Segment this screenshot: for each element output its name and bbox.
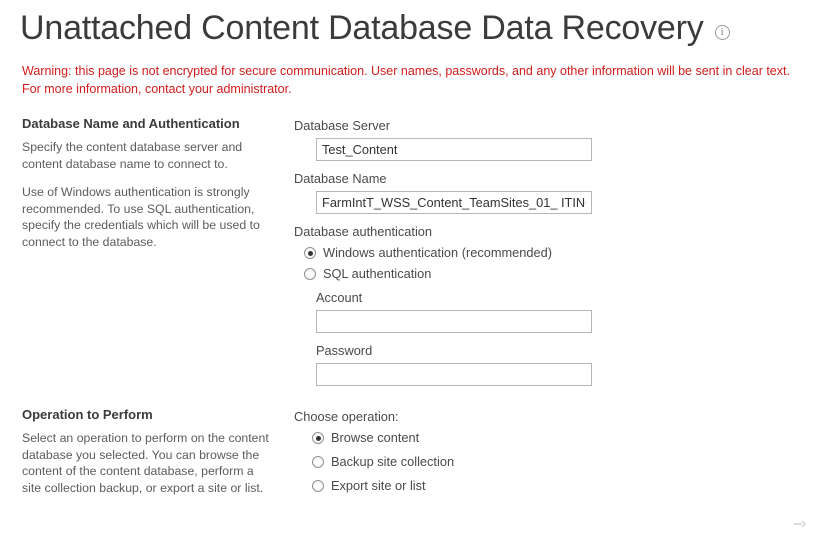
section-description-column: Operation to Perform Select an operation… [22, 407, 294, 501]
resize-corner-icon [794, 520, 806, 528]
info-circle-icon[interactable] [714, 24, 730, 40]
label-password: Password [316, 343, 373, 358]
description-paragraph: Use of Windows authentication is strongl… [22, 185, 260, 249]
radio-label-browse-content: Browse content [331, 430, 420, 445]
radio-button-icon[interactable] [304, 247, 316, 259]
security-warning-message: Warning: this page is not encrypted for … [22, 64, 790, 96]
database-name-input[interactable] [316, 191, 592, 214]
section-description-database-auth: Specify the content database server and … [22, 139, 276, 250]
page-title: Unattached Content Database Data Recover… [20, 6, 813, 50]
section-description-operation: Select an operation to perform on the co… [22, 430, 276, 496]
section-description-column: Database Name and Authentication Specify… [22, 116, 294, 395]
radio-button-icon[interactable] [312, 480, 324, 492]
section-database-name-and-authentication: Database Name and Authentication Specify… [22, 116, 813, 395]
sql-credentials-block: Account Password [294, 289, 813, 386]
label-account: Account [316, 290, 363, 305]
radio-label-backup-site-collection: Backup site collection [331, 454, 455, 469]
description-paragraph: Specify the content database server and … [22, 140, 243, 171]
section-form-column: Choose operation: Browse content Backup … [294, 407, 813, 501]
radio-button-icon[interactable] [304, 268, 316, 280]
radio-export-site-or-list[interactable]: Export site or list [312, 477, 813, 495]
section-form-column: Database Server Database Name Database a… [294, 116, 813, 395]
account-input[interactable] [316, 310, 592, 333]
password-input[interactable] [316, 363, 592, 386]
radio-windows-authentication[interactable]: Windows authentication (recommended) [304, 244, 813, 262]
label-choose-operation: Choose operation: [294, 409, 399, 424]
description-paragraph: Select an operation to perform on the co… [22, 431, 269, 495]
page-title-text: Unattached Content Database Data Recover… [20, 9, 704, 47]
radio-button-icon[interactable] [312, 456, 324, 468]
radio-sql-authentication[interactable]: SQL authentication [304, 265, 813, 283]
radio-browse-content[interactable]: Browse content [312, 429, 813, 447]
radio-button-icon[interactable] [312, 432, 324, 444]
section-heading-operation: Operation to Perform [22, 407, 153, 422]
radio-backup-site-collection[interactable]: Backup site collection [312, 453, 813, 471]
section-operation-to-perform: Operation to Perform Select an operation… [22, 407, 813, 501]
label-database-authentication: Database authentication [294, 224, 433, 239]
radio-label-windows-authentication: Windows authentication (recommended) [323, 245, 553, 260]
radio-label-sql-authentication: SQL authentication [323, 266, 432, 281]
label-database-server: Database Server [294, 118, 391, 133]
section-heading-database-auth: Database Name and Authentication [22, 116, 240, 131]
radio-label-export-site-or-list: Export site or list [331, 478, 426, 493]
database-server-input[interactable] [316, 138, 592, 161]
label-database-name: Database Name [294, 171, 387, 186]
